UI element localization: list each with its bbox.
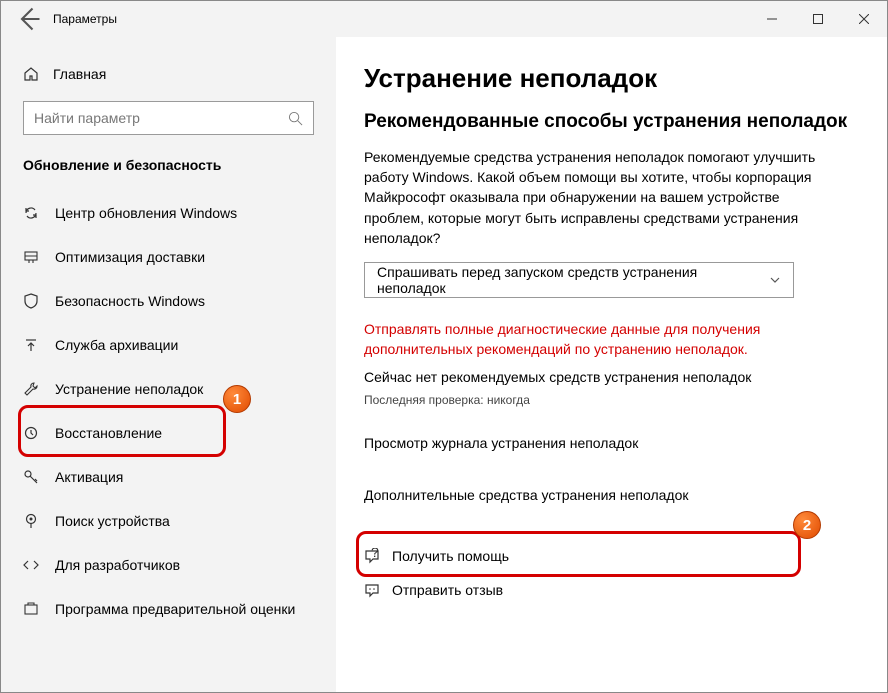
annotation-badge-2: 2 [793,511,821,539]
sidebar-item-developers[interactable]: Для разработчиков [1,543,336,587]
feedback-link[interactable]: Отправить отзыв [364,573,857,607]
sidebar-item-label: Безопасность Windows [55,293,205,309]
shield-icon [23,293,39,309]
status-text: Сейчас нет рекомендуемых средств устране… [364,369,857,385]
home-icon [23,66,39,82]
sync-icon [23,205,39,221]
maximize-icon [813,14,823,24]
sidebar-item-label: Активация [55,469,123,485]
sidebar-item-label: Устранение неполадок [55,381,203,397]
insider-icon [23,601,39,617]
sidebar-item-windows-update[interactable]: Центр обновления Windows [1,191,336,235]
sidebar-item-find-device[interactable]: Поиск устройства [1,499,336,543]
section-header: Обновление и безопасность [1,149,336,183]
close-button[interactable] [841,1,887,37]
sidebar-item-delivery-optimization[interactable]: Оптимизация доставки [1,235,336,279]
window-controls [749,1,887,37]
troubleshoot-preference-dropdown[interactable]: Спрашивать перед запуском средств устран… [364,262,794,298]
description-text: Рекомендуемые средства устранения непола… [364,147,824,248]
diagnostic-warning[interactable]: Отправлять полные диагностические данные… [364,320,824,359]
code-icon [23,557,39,573]
last-check-text: Последняя проверка: никогда [364,393,857,407]
sidebar-item-label: Служба архивации [55,337,178,353]
wrench-icon [23,381,39,397]
nav-list: Центр обновления Windows Оптимизация дос… [1,191,336,631]
sidebar-item-label: Для разработчиков [55,557,180,573]
back-button[interactable] [15,5,43,33]
titlebar: Параметры [1,1,887,37]
annotation-badge-1: 1 [223,385,251,413]
sidebar: Главная Найти параметр Обновление и безо… [1,37,336,692]
feedback-icon [364,582,380,598]
arrow-left-icon [15,5,43,33]
home-link[interactable]: Главная [1,55,336,93]
sidebar-item-activation[interactable]: Активация [1,455,336,499]
home-label: Главная [53,66,106,82]
get-help-link[interactable]: ? Получить помощь [364,539,857,573]
sidebar-item-security[interactable]: Безопасность Windows [1,279,336,323]
sidebar-item-backup[interactable]: Служба архивации [1,323,336,367]
search-placeholder: Найти параметр [34,110,140,126]
backup-icon [23,337,39,353]
recovery-icon [23,425,39,441]
sidebar-item-label: Оптимизация доставки [55,249,205,265]
search-input[interactable]: Найти параметр [23,101,314,135]
maximize-button[interactable] [795,1,841,37]
additional-troubleshooters-link[interactable]: Дополнительные средства устранения непол… [364,475,857,515]
close-icon [859,14,869,24]
sidebar-item-insider[interactable]: Программа предварительной оценки [1,587,336,631]
search-icon [288,111,303,126]
chevron-down-icon [769,274,781,286]
feedback-label: Отправить отзыв [392,582,503,598]
footer-links: ? Получить помощь Отправить отзыв [364,539,857,607]
section-title: Рекомендованные способы устранения непол… [364,110,857,135]
location-icon [23,513,39,529]
sidebar-item-label: Восстановление [55,425,162,441]
get-help-label: Получить помощь [392,548,509,564]
sidebar-item-label: Центр обновления Windows [55,205,237,221]
minimize-icon [767,14,777,24]
main-content: Устранение неполадок Рекомендованные спо… [336,37,887,692]
dropdown-value: Спрашивать перед запуском средств устран… [377,264,769,296]
window-title: Параметры [53,12,117,26]
svg-text:?: ? [371,548,379,560]
sidebar-item-recovery[interactable]: Восстановление [1,411,336,455]
help-icon: ? [364,548,380,564]
history-link[interactable]: Просмотр журнала устранения неполадок [364,435,857,451]
delivery-icon [23,249,39,265]
sidebar-item-troubleshoot[interactable]: Устранение неполадок [1,367,336,411]
key-icon [23,469,39,485]
sidebar-item-label: Поиск устройства [55,513,170,529]
page-title: Устранение неполадок [364,63,857,94]
sidebar-item-label: Программа предварительной оценки [55,601,295,617]
minimize-button[interactable] [749,1,795,37]
